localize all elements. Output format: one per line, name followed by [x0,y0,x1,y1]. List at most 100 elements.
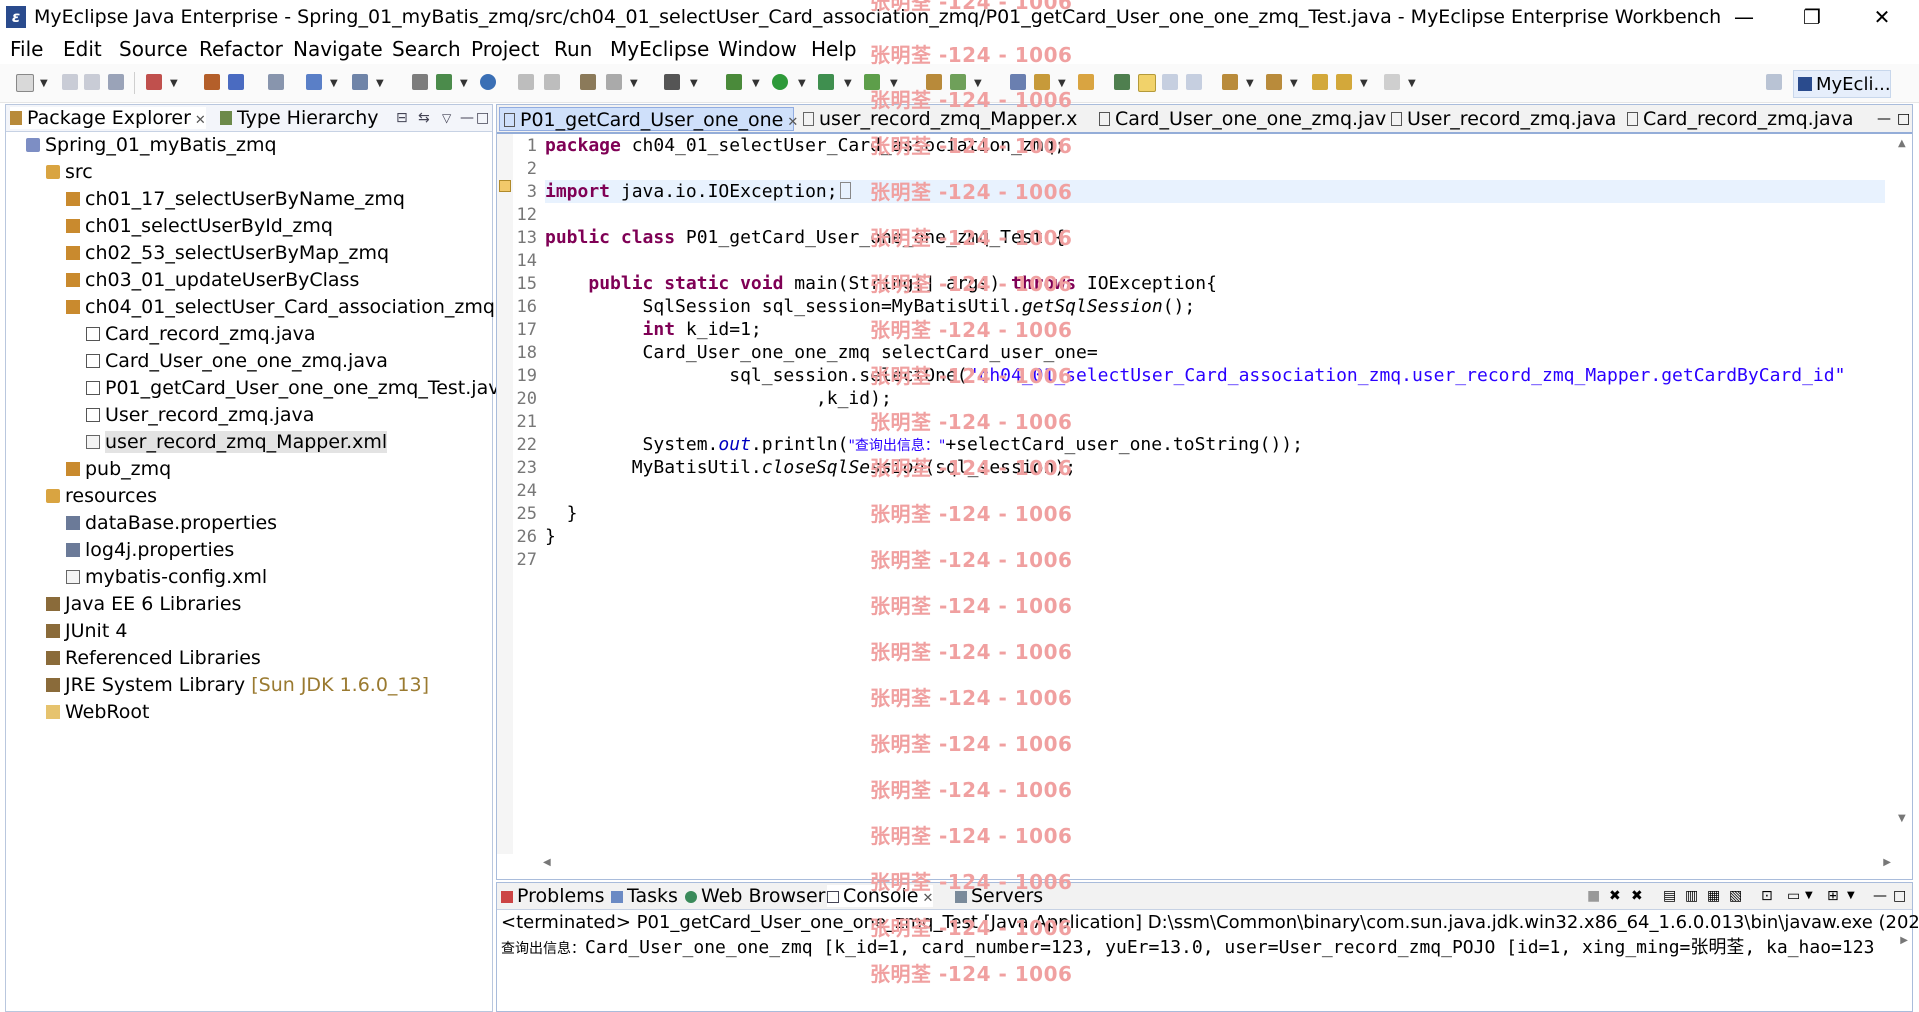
save-icon[interactable] [62,74,78,90]
dropdown-arrow-icon[interactable]: ▼ [1408,78,1416,89]
vertical-scrollbar[interactable]: ▲ ▼ [1894,134,1912,854]
menu-myeclipse[interactable]: MyEclipse [610,37,709,61]
tab-type-hierarchy[interactable]: Type Hierarchy [220,107,379,129]
close-icon[interactable]: ✕ [195,113,206,128]
dropdown-arrow-icon[interactable]: ▼ [798,78,806,89]
save-all-icon[interactable] [84,74,100,90]
tree-item[interactable]: ch03_01_updateUserByClass [66,267,359,293]
table-icon[interactable] [580,74,596,90]
code-area[interactable]: package ch04_01_selectUser_Card_associat… [545,134,1890,854]
new-package-icon[interactable] [926,74,942,90]
menu-help[interactable]: Help [811,37,857,61]
tab-console[interactable]: Console ✕ [827,885,934,907]
pen-icon[interactable] [1034,74,1050,90]
editor-tab[interactable]: Card_User_one_one_zmq.jav [1095,107,1390,131]
maximize-view-icon[interactable]: □ [1893,885,1906,907]
highlight-icon[interactable] [1138,74,1156,92]
tree-item[interactable]: User_record_zmq.java [86,402,314,428]
new-class-icon[interactable] [950,74,966,90]
view-menu-icon[interactable]: ▽ [442,107,451,129]
ant-icon[interactable] [518,74,534,90]
globe-icon[interactable] [480,74,496,90]
word-wrap-icon[interactable]: ▦ [1707,885,1720,907]
dropdown-arrow-icon[interactable]: ▼ [974,78,982,89]
build-icon[interactable] [436,74,452,90]
display-console-icon[interactable]: ▭ [1787,885,1800,907]
open-folder-icon[interactable] [1078,74,1094,90]
tree-item[interactable]: log4j.properties [66,537,234,563]
tree-item[interactable]: ch02_53_selectUserByMap_zmq [66,240,389,266]
open-perspective-icon[interactable] [1766,74,1782,90]
horizontal-scrollbar[interactable]: ◀ ▶ [537,857,1897,873]
minimize-view-icon[interactable]: — [1873,885,1887,907]
run-icon[interactable] [772,74,788,90]
toggle-mark-icon[interactable] [1114,74,1130,90]
dropdown-arrow-icon[interactable]: ▼ [1058,78,1066,89]
tree-item[interactable]: Card_record_zmq.java [86,321,316,347]
tree-item[interactable]: src [46,159,93,185]
tree-item[interactable]: dataBase.properties [66,510,277,536]
maximize-view-icon[interactable]: □ [476,107,489,129]
tab-tasks[interactable]: Tasks [611,885,678,907]
dropdown-arrow-icon[interactable]: ▼ [1360,78,1368,89]
last-edit-icon[interactable] [1312,74,1328,90]
perspective-switcher[interactable]: MyEcli... [1793,70,1891,98]
close-icon[interactable]: ✕ [787,115,798,130]
tree-item[interactable]: WebRoot [46,699,149,725]
dropdown-arrow-icon[interactable]: ▼ [460,78,468,89]
dropdown-arrow-icon[interactable]: ▼ [890,78,898,89]
scroll-up-icon[interactable]: ▲ [1898,138,1906,149]
prev-annotation-icon[interactable] [1266,74,1282,90]
editor-tab-active[interactable]: P01_getCard_User_one_one ✕ [499,107,798,131]
open-type-icon[interactable] [306,74,322,90]
block-select-icon[interactable] [1186,74,1202,90]
tab-package-explorer[interactable]: Package Explorer ✕ [10,107,206,129]
dropdown-arrow-icon[interactable]: ▼ [1246,78,1254,89]
scroll-left-icon[interactable]: ◀ [543,857,551,868]
forward-icon[interactable] [1384,74,1400,90]
minimize-view-icon[interactable]: — [460,107,474,129]
tree-item[interactable]: ch01_17_selectUserByName_zmq [66,186,405,212]
warning-icon[interactable] [499,180,511,192]
scroll-down-icon[interactable]: ▼ [1898,813,1906,824]
menu-navigate[interactable]: Navigate [293,37,383,61]
dropdown-arrow-icon[interactable]: ▼ [330,78,338,89]
dropdown-arrow-icon[interactable]: ▼ [844,78,852,89]
pin-console-icon[interactable]: ⊡ [1761,885,1773,907]
dropdown-arrow-icon[interactable]: ▼ [630,78,638,89]
dropdown-arrow-icon[interactable]: ▼ [1290,78,1298,89]
maximize-view-icon[interactable]: □ [1893,107,1914,131]
menu-window[interactable]: Window [718,37,797,61]
search-icon[interactable] [352,74,368,90]
menu-refactor[interactable]: Refactor [199,37,283,61]
minimize-view-icon[interactable]: — [1873,107,1895,131]
open-console-icon[interactable]: ⊞ [1827,885,1839,907]
tree-item[interactable]: resources [46,483,157,509]
menu-source[interactable]: Source [119,37,188,61]
link-editor-icon[interactable]: ⇆ [418,107,430,129]
run-config-icon[interactable] [818,74,834,90]
dropdown-arrow-icon[interactable]: ▼ [40,78,48,89]
clear-console-icon[interactable]: ▤ [1663,885,1676,907]
new-wizard-icon[interactable] [146,74,162,90]
maximize-button[interactable]: ❐ [1782,0,1842,34]
scroll-lock-icon[interactable]: ▥ [1685,885,1698,907]
server-icon[interactable] [268,74,284,90]
ant-build-icon[interactable] [544,74,560,90]
tree-item[interactable]: ch04_01_selectUser_Card_association_zmq [66,294,495,320]
next-annotation-icon[interactable] [1222,74,1238,90]
editor-tab[interactable]: User_record_zmq.java [1387,107,1620,131]
folded-code-marker-icon[interactable] [839,182,851,199]
close-icon[interactable]: ✕ [922,891,933,906]
dropdown-arrow-icon[interactable]: ▼ [752,78,760,89]
db-icon[interactable] [606,74,622,90]
tab-servers[interactable]: Servers [955,885,1043,907]
dropdown-arrow-icon[interactable]: ▼ [1847,885,1855,907]
debug-icon[interactable] [726,74,742,90]
new-icon[interactable] [16,74,34,92]
menu-edit[interactable]: Edit [63,37,102,61]
tab-problems[interactable]: Problems [501,885,605,907]
close-button[interactable]: ✕ [1852,0,1912,34]
menu-run[interactable]: Run [554,37,592,61]
minimize-button[interactable]: — [1714,0,1774,34]
